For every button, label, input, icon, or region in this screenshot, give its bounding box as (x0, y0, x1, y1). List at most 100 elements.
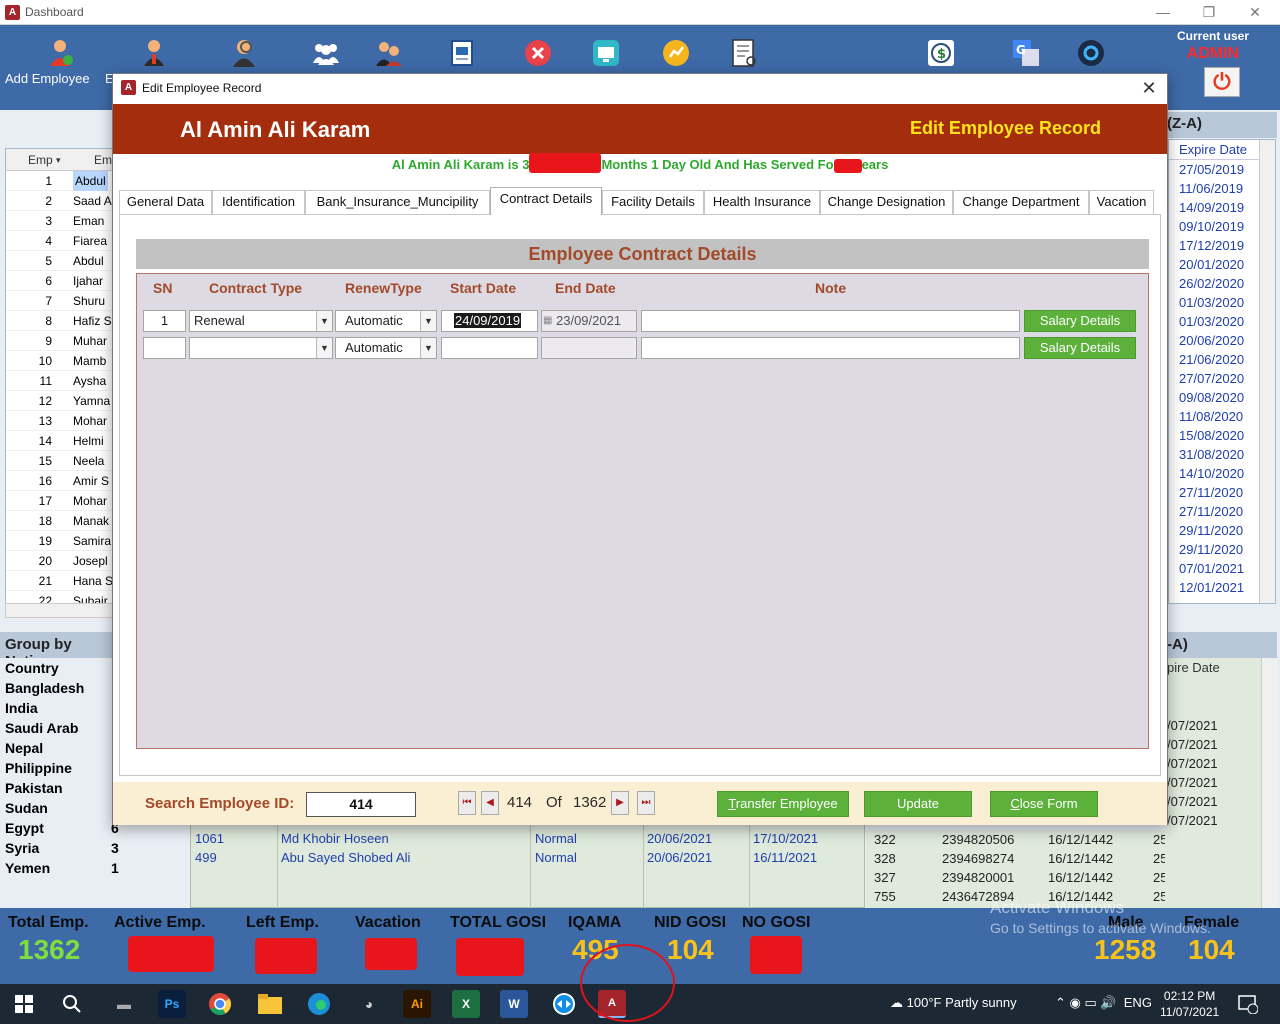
dialog-close-button[interactable]: ✕ (1137, 77, 1161, 99)
last-record-icon[interactable]: ⏭ (637, 791, 655, 815)
list-item[interactable]: 3 Eman (6, 211, 112, 231)
chevron-down-icon[interactable]: ▼ (420, 311, 436, 331)
window-close-button[interactable]: ✕ (1240, 2, 1270, 22)
tab-change-department[interactable]: Change Department (953, 190, 1089, 214)
first-record-icon[interactable]: ⏮ (458, 791, 476, 815)
tab-bank-insurance[interactable]: Bank_Insurance_Muncipility (305, 190, 490, 214)
list-item[interactable]: 21 Hana S (6, 571, 112, 591)
expiry-list-2-vscroll[interactable] (1261, 658, 1277, 908)
expiry-list-2[interactable]: pire Date /07/2021/07/2021/07/2021/07/20… (1165, 658, 1277, 908)
chrome-icon[interactable] (206, 990, 234, 1018)
tab-vacation[interactable]: Vacation (1089, 190, 1154, 214)
camera-app-icon[interactable]: ▬ (110, 990, 138, 1018)
start-windows-icon[interactable] (10, 990, 38, 1018)
weather-widget[interactable]: ☁ 100°F Partly sunny (890, 995, 1017, 1011)
edit-employee-icon[interactable] (138, 37, 170, 69)
add-employee-icon[interactable] (45, 37, 77, 69)
list-item[interactable]: 13 Mohar (6, 411, 112, 431)
teamviewer-icon[interactable] (550, 990, 578, 1018)
tab-general-data[interactable]: General Data (119, 190, 212, 214)
expiry-list-vscroll[interactable] (1259, 140, 1275, 603)
renew-type-select[interactable]: Automatic ▼ (335, 337, 437, 359)
tab-change-designation[interactable]: Change Designation (820, 190, 953, 214)
list-item[interactable]: 4 Fiarea (6, 231, 112, 251)
calendar-icon[interactable]: ▦ (543, 311, 552, 331)
tab-facility-details[interactable]: Facility Details (602, 190, 704, 214)
report-icon[interactable] (728, 37, 760, 69)
list-item[interactable]: 12 Yamna (6, 391, 112, 411)
list-item[interactable]: 2 Saad A (6, 191, 112, 211)
employee-search-icon[interactable] (228, 37, 260, 69)
list-item[interactable]: 14 Helmi (6, 431, 112, 451)
notifications-icon[interactable] (1236, 990, 1260, 1018)
contract-type-select[interactable]: ▼ (189, 337, 333, 359)
list-item[interactable]: 7 Shuru (6, 291, 112, 311)
salary-details-button[interactable]: Salary Details (1024, 337, 1136, 359)
renew-type-select[interactable]: Automatic ▼ (335, 310, 437, 332)
tab-identification[interactable]: Identification (212, 190, 305, 214)
list-item[interactable]: 17 Mohar (6, 491, 112, 511)
list-item[interactable]: 6 Ijahar (6, 271, 112, 291)
list-item[interactable]: 5 Abdul (6, 251, 112, 271)
salary-details-button[interactable]: Salary Details (1024, 310, 1136, 332)
photoshop-icon[interactable]: Ps (158, 990, 186, 1018)
contract-type-select[interactable]: Renewal ▼ (189, 310, 333, 332)
add-employee-label[interactable]: Add Employee (5, 71, 90, 86)
finance-icon[interactable] (660, 37, 692, 69)
minimize-button[interactable]: — (1148, 2, 1178, 22)
note-field[interactable] (641, 337, 1020, 359)
chevron-down-icon[interactable]: ▼ (420, 338, 436, 358)
paint-icon[interactable]: ◕ (355, 990, 383, 1018)
list-item[interactable]: 9 Muhar (6, 331, 112, 351)
list-item[interactable]: 20 Josepl (6, 551, 112, 571)
language-indicator[interactable]: ENG (1124, 995, 1152, 1010)
transfer-icon[interactable] (373, 37, 405, 69)
end-date-field[interactable]: ▦ 23/09/2021 (541, 310, 637, 332)
table-row[interactable]: 499 Abu Sayed Shobed Ali Normal 20/06/2021 1… (191, 848, 864, 867)
list-item[interactable]: 10 Mamb (6, 351, 112, 371)
monitor-icon[interactable] (590, 37, 622, 69)
table-row[interactable]: 1061 Md Khobir Hoseen Normal 20/06/2021 17/1… (191, 829, 864, 848)
list-item[interactable]: 18 Manak (6, 511, 112, 531)
transfer-employee-button[interactable]: Transfer Employee (717, 791, 849, 817)
col-emp-name[interactable]: Em (94, 153, 112, 167)
start-date-field[interactable]: 24/09/2019 (441, 310, 538, 332)
employee-list-hscroll[interactable] (5, 603, 113, 618)
chevron-down-icon[interactable]: ▼ (316, 338, 332, 358)
logout-power-icon[interactable]: ⏻ (1204, 67, 1240, 97)
document-icon[interactable] (446, 37, 478, 69)
list-item[interactable]: 8 Hafiz S (6, 311, 112, 331)
next-record-icon[interactable]: ▶ (611, 791, 629, 815)
tab-contract-details[interactable]: Contract Details (490, 187, 602, 215)
tab-health-insurance[interactable]: Health Insurance (704, 190, 820, 214)
note-field[interactable] (641, 310, 1020, 332)
chevron-down-icon[interactable]: ▼ (316, 311, 332, 331)
employees-group-icon[interactable] (310, 37, 342, 69)
update-button[interactable]: Update (864, 791, 972, 817)
clock[interactable]: 02:12 PM 11/07/2021 (1160, 988, 1219, 1020)
sort-arrow-icon[interactable]: ▾ (56, 155, 61, 166)
file-explorer-icon[interactable] (256, 990, 284, 1018)
list-item[interactable]: 15 Neela (6, 451, 112, 471)
search-icon[interactable] (58, 990, 86, 1018)
restore-button[interactable]: ❐ (1194, 2, 1224, 22)
start-date-field[interactable] (441, 337, 538, 359)
sn-field[interactable]: 1 (143, 310, 186, 332)
word-icon[interactable]: W (500, 990, 528, 1018)
list-item[interactable]: 19 Samira (6, 531, 112, 551)
illustrator-icon[interactable]: Ai (403, 990, 431, 1018)
list-item[interactable]: 16 Amir S (6, 471, 112, 491)
search-employee-input[interactable]: 414 (306, 792, 416, 817)
sn-field[interactable] (143, 337, 186, 359)
settings-icon[interactable] (1075, 37, 1107, 69)
end-date-field[interactable] (541, 337, 637, 359)
list-item[interactable]: 11 Aysha (6, 371, 112, 391)
salary-icon[interactable]: $ (925, 37, 957, 69)
system-tray[interactable]: ⌃ ◉ ▭ 🔊 ENG (1055, 995, 1152, 1011)
edge-icon[interactable] (305, 990, 333, 1018)
employee-list[interactable]: Emp ▾ Em 1 Abdul 2 Saad A 3 Eman 4 Fiarea 5 Abdul… (5, 148, 113, 618)
col-emp-no[interactable]: Emp (28, 153, 53, 167)
excel-icon[interactable]: X (452, 990, 480, 1018)
translate-icon[interactable]: G (1010, 37, 1042, 69)
cancel-icon[interactable] (522, 37, 554, 69)
